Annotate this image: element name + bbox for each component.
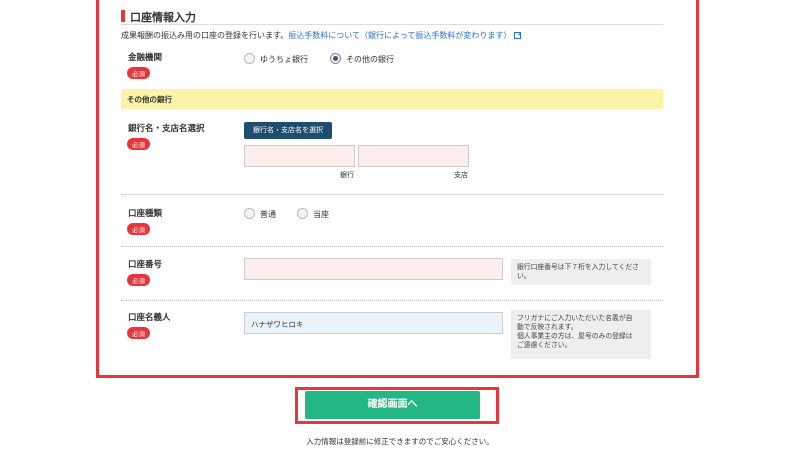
select-bank-branch-button[interactable]: 銀行名・支店名を選択 <box>244 122 332 139</box>
account-number-label: 口座番号 <box>128 260 163 270</box>
branch-caption: 支店 <box>454 171 468 179</box>
account-number-input[interactable] <box>244 258 503 280</box>
radio-current[interactable] <box>297 208 308 219</box>
section-description: 成果報酬の振込み用の口座の登録を行います。振込手数料について（銀行によって振込手… <box>121 30 522 41</box>
required-badge: 必須 <box>127 138 150 150</box>
confirm-button[interactable]: 確認画面へ <box>305 391 480 419</box>
account-type-label: 口座種類 <box>128 209 163 219</box>
radio-ordinary[interactable] <box>244 208 255 219</box>
account-holder-label: 口座名義人 <box>128 313 171 323</box>
section-title-bar <box>121 10 125 22</box>
section-title-divider <box>121 24 663 25</box>
account-holder-help: フリガナにご入力いただいた名義が自 動で反映されます。 個人事業主の方は、屋号の… <box>511 310 651 359</box>
edit-note: 入力情報は登録前に修正できますのでご安心ください。 <box>306 437 494 446</box>
row-divider <box>121 246 663 247</box>
help-line: ご遠慮ください。 <box>517 341 572 349</box>
row-divider <box>121 300 663 301</box>
radio-ordinary-label[interactable]: 普通 <box>260 209 276 220</box>
bank-branch-label: 銀行名・支店名選択 <box>128 124 205 134</box>
account-number-help: 銀行口座番号は下７桁を入力してください。 <box>511 259 651 285</box>
radio-current-label[interactable]: 当座 <box>313 209 329 220</box>
bank-name-field[interactable] <box>244 145 355 167</box>
help-line: 動で反映されます。 <box>517 323 578 331</box>
account-holder-value: ハナザワヒロキ <box>251 320 304 329</box>
branch-name-field[interactable] <box>358 145 469 167</box>
radio-other-bank-label[interactable]: その他の銀行 <box>346 54 394 65</box>
external-link-icon[interactable] <box>514 32 522 39</box>
other-bank-subheader: その他の銀行 <box>121 89 663 109</box>
radio-other-bank[interactable] <box>330 53 341 64</box>
description-text: 成果報酬の振込み用の口座の登録を行います。 <box>121 31 289 40</box>
required-badge: 必須 <box>127 223 150 235</box>
section-title: 口座情報入力 <box>130 11 196 24</box>
help-line: 個人事業主の方は、屋号のみの登録は <box>517 332 633 340</box>
account-number-help-text: 銀行口座番号は下７桁を入力してください。 <box>517 263 639 280</box>
required-badge: 必須 <box>127 274 150 286</box>
radio-yucho[interactable] <box>244 53 255 64</box>
other-bank-subheader-text: その他の銀行 <box>127 95 172 104</box>
institution-label: 金融機関 <box>128 53 163 63</box>
help-line: フリガナにご入力いただいた名義が自 <box>517 314 633 322</box>
fee-info-link[interactable]: 振込手数料について（銀行によって振込手数料が変わります） <box>288 31 511 40</box>
radio-yucho-label[interactable]: ゆうちょ銀行 <box>260 54 308 65</box>
account-holder-input[interactable]: ハナザワヒロキ <box>244 312 503 334</box>
bank-caption: 銀行 <box>340 171 354 179</box>
required-badge: 必須 <box>127 327 150 339</box>
required-badge: 必須 <box>127 67 150 79</box>
row-divider <box>121 194 663 195</box>
